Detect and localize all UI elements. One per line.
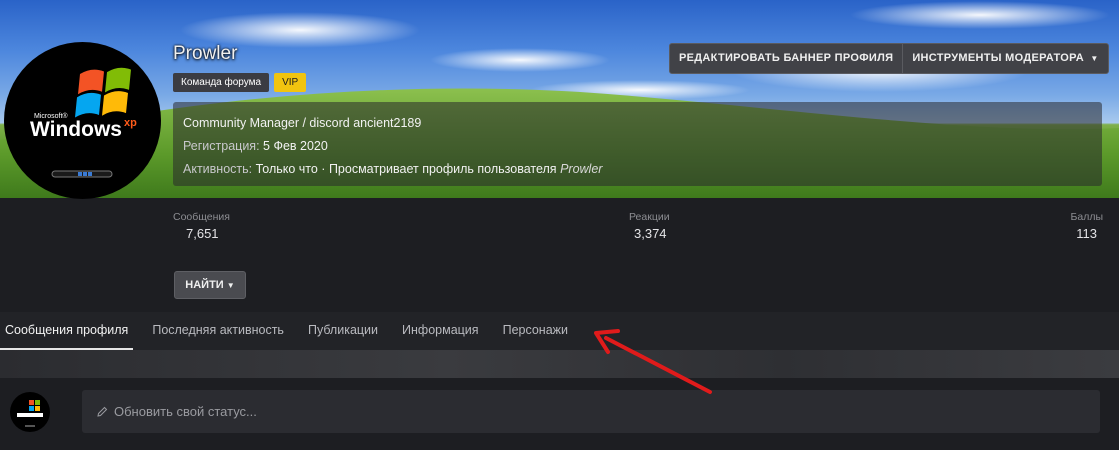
stat-reactions-value: 3,374 xyxy=(634,226,667,241)
status-placeholder: Обновить свой статус... xyxy=(114,404,257,419)
custom-title: Community Manager / discord ancient2189 xyxy=(183,116,422,130)
profile-tabs: Сообщения профиля Последняя активность П… xyxy=(0,312,1119,350)
find-button[interactable]: НАЙТИ ▼ xyxy=(174,271,246,299)
tab-information[interactable]: Информация xyxy=(390,312,491,350)
moderator-tools-label: ИНСТРУМЕНТЫ МОДЕРАТОРА xyxy=(912,52,1085,64)
profile-action-buttons: РЕДАКТИРОВАТЬ БАННЕР ПРОФИЛЯ ИНСТРУМЕНТЫ… xyxy=(669,43,1109,74)
stat-reactions-label: Реакции xyxy=(629,211,670,223)
stat-messages[interactable]: Сообщения 7,651 xyxy=(173,211,230,241)
registration-label: Регистрация: xyxy=(183,139,260,153)
stat-points-value: 113 xyxy=(1076,226,1097,241)
tab-profile-posts[interactable]: Сообщения профиля xyxy=(0,312,134,350)
activity-value: Только что · Просматривает профиль польз… xyxy=(255,162,557,176)
status-input[interactable]: Обновить свой статус... xyxy=(82,390,1100,433)
avatar[interactable]: Microsoft® Windows xp xyxy=(4,42,161,199)
stat-messages-value: 7,651 xyxy=(186,226,219,241)
windows-xp-logo-icon xyxy=(17,400,43,427)
windows-xp-logo-icon: Microsoft® Windows xp xyxy=(30,67,137,178)
registration-line: Регистрация: 5 Фев 2020 xyxy=(183,135,1092,158)
avatar-small[interactable] xyxy=(10,392,50,432)
pencil-icon xyxy=(97,406,108,417)
stat-reactions[interactable]: Реакции 3,374 xyxy=(629,211,670,241)
activity-label: Активность: xyxy=(183,162,253,176)
stat-points[interactable]: Баллы 113 xyxy=(1070,211,1103,241)
tab-publications[interactable]: Публикации xyxy=(296,312,390,350)
find-label: НАЙТИ xyxy=(185,279,224,291)
tab-characters[interactable]: Персонажи xyxy=(491,312,580,350)
edit-banner-button[interactable]: РЕДАКТИРОВАТЬ БАННЕР ПРОФИЛЯ xyxy=(670,44,902,73)
moderator-tools-button[interactable]: ИНСТРУМЕНТЫ МОДЕРАТОРА ▼ xyxy=(902,44,1107,73)
stat-points-label: Баллы xyxy=(1070,211,1103,223)
caret-down-icon: ▼ xyxy=(226,281,235,290)
activity-line: Активность: Только что · Просматривает п… xyxy=(183,158,1092,181)
user-badges: Команда форума VIP xyxy=(173,73,307,92)
activity-user-link[interactable]: Prowler xyxy=(560,162,602,176)
badge-forum-team: Команда форума xyxy=(173,73,270,92)
caret-down-icon: ▼ xyxy=(1090,54,1099,63)
stat-messages-label: Сообщения xyxy=(173,211,230,223)
badge-vip: VIP xyxy=(274,73,307,92)
tab-latest-activity[interactable]: Последняя активность xyxy=(140,312,296,350)
profile-username[interactable]: Prowler xyxy=(173,43,237,65)
registration-value: 5 Фев 2020 xyxy=(263,139,328,153)
content-divider xyxy=(0,350,1119,378)
svg-text:Windows: Windows xyxy=(30,118,122,141)
profile-info-box: Community Manager / discord ancient2189 … xyxy=(173,102,1102,186)
svg-text:xp: xp xyxy=(124,117,137,129)
